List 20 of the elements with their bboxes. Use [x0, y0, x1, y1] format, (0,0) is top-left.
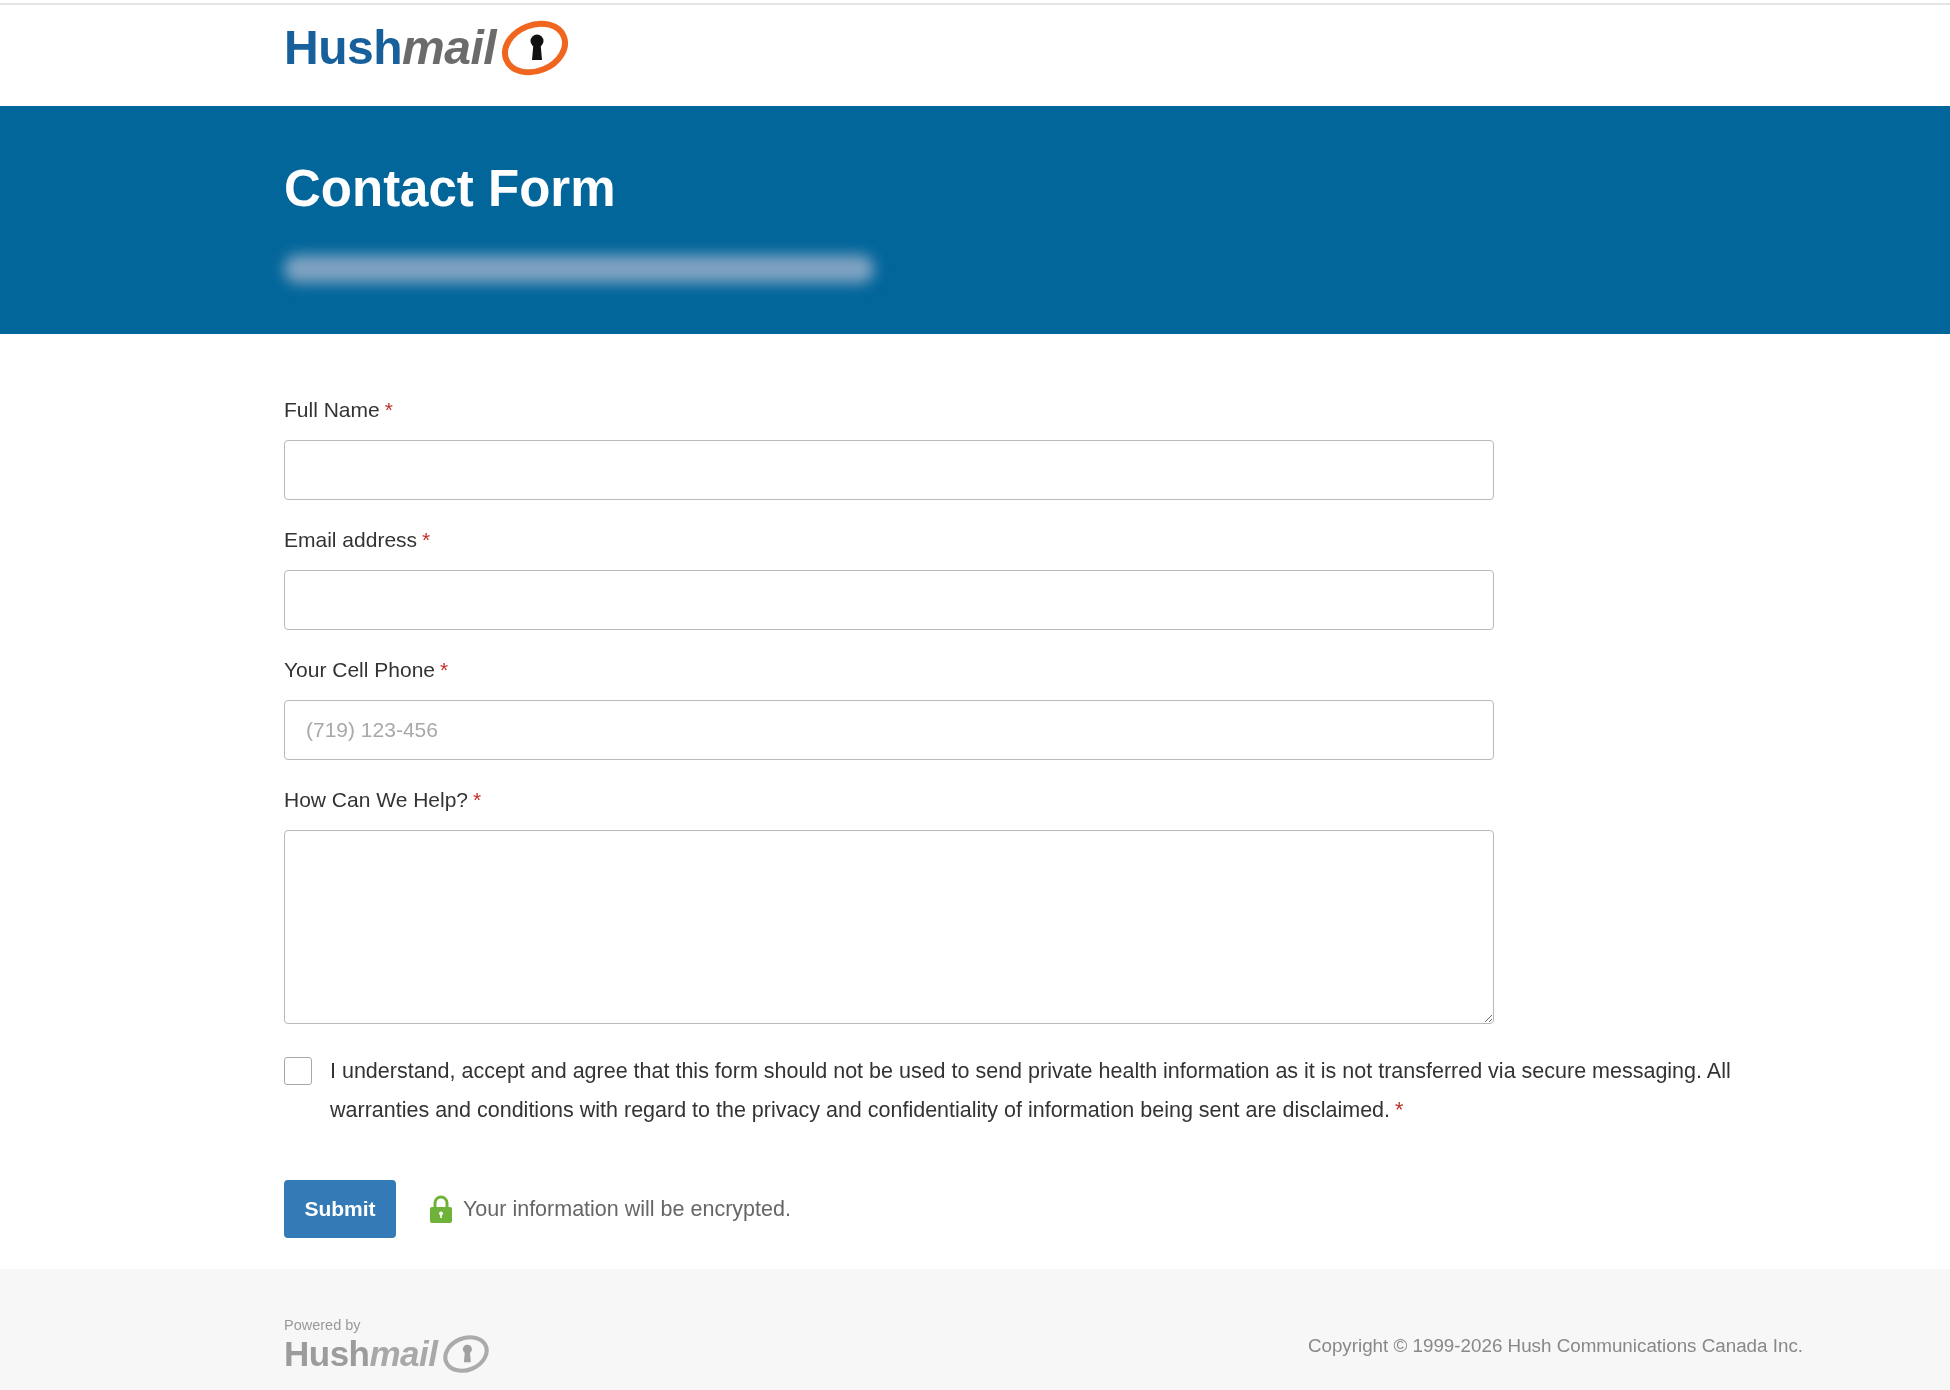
textarea-field[interactable]: [284, 830, 1494, 1024]
input-field[interactable]: (719) 123-456: [284, 700, 1494, 760]
keyhole-icon: [440, 1334, 491, 1374]
field-label: How Can We Help? *: [284, 788, 482, 812]
page-title: Contact Form: [284, 159, 616, 219]
keyhole-icon: [500, 19, 571, 77]
field-label: Email address *: [284, 528, 431, 552]
copyright-text: Copyright © 1999-2026 Hush Communications Canada Inc.: [1307, 1333, 1803, 1358]
field-label: Your Cell Phone *: [284, 658, 449, 682]
consent-text: I understand, accept and agree that this form should not be used to send private health information as it is not transferred via secure messaging. All warranties and conditions with regard to the privacy and confidentiality of information being sent are disclaimed. *: [330, 1058, 1732, 1124]
powered-by-text: Powered by: [284, 1317, 361, 1334]
submit-button[interactable]: Submit: [284, 1180, 396, 1238]
input-field[interactable]: [284, 440, 1494, 500]
field-label: Full Name *: [284, 398, 393, 422]
logo-wordmark: Hushmail: [284, 1334, 440, 1374]
checkbox[interactable]: [284, 1057, 312, 1085]
encryption-note: Your information will be encrypted.: [463, 1196, 791, 1222]
padlock-icon: [430, 1195, 452, 1223]
input-field[interactable]: [284, 570, 1494, 630]
logo-wordmark: Hushmail: [284, 21, 499, 75]
